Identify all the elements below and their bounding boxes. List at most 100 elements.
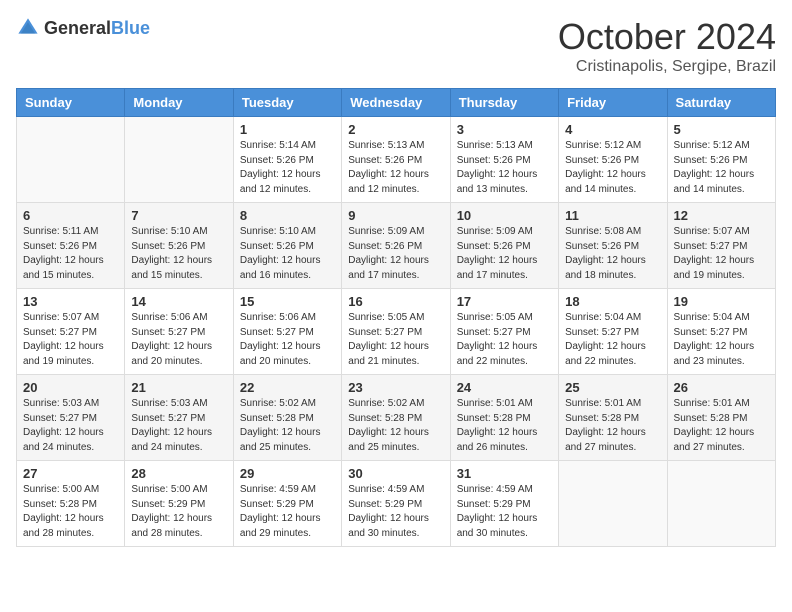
cell-info: Sunrise: 4:59 AM Sunset: 5:29 PM Dayligh…	[240, 483, 335, 541]
day-number: 29	[240, 466, 335, 481]
day-number: 11	[565, 208, 660, 223]
day-number: 22	[240, 380, 335, 395]
day-number: 27	[23, 466, 118, 481]
calendar-cell: 28 Sunrise: 5:00 AM Sunset: 5:29 PM Dayli…	[125, 461, 233, 547]
calendar-cell: 21 Sunrise: 5:03 AM Sunset: 5:27 PM Dayli…	[125, 375, 233, 461]
calendar-cell: 3 Sunrise: 5:13 AM Sunset: 5:26 PM Daylig…	[450, 117, 558, 203]
cell-info: Sunrise: 5:13 AM Sunset: 5:26 PM Dayligh…	[457, 139, 552, 197]
calendar-cell: 8 Sunrise: 5:10 AM Sunset: 5:26 PM Daylig…	[233, 203, 341, 289]
week-row-2: 6 Sunrise: 5:11 AM Sunset: 5:26 PM Daylig…	[17, 203, 776, 289]
cell-info: Sunrise: 5:02 AM Sunset: 5:28 PM Dayligh…	[240, 397, 335, 455]
logo: GeneralBlue	[16, 16, 150, 40]
calendar-cell: 19 Sunrise: 5:04 AM Sunset: 5:27 PM Dayli…	[667, 289, 775, 375]
calendar-cell: 4Sunrise: 5:12 AM Sunset: 5:26 PM Daylig…	[559, 117, 667, 203]
cell-info: Sunrise: 5:03 AM Sunset: 5:27 PM Dayligh…	[23, 397, 118, 455]
cell-info: Sunrise: 5:09 AM Sunset: 5:26 PM Dayligh…	[457, 225, 552, 283]
day-number: 15	[240, 294, 335, 309]
day-number: 5	[674, 122, 769, 137]
calendar-cell: 13 Sunrise: 5:07 AM Sunset: 5:27 PM Dayli…	[17, 289, 125, 375]
cell-info: Sunrise: 5:03 AM Sunset: 5:27 PM Dayligh…	[131, 397, 226, 455]
calendar-cell: 30 Sunrise: 4:59 AM Sunset: 5:29 PM Dayli…	[342, 461, 450, 547]
cell-info: Sunrise: 5:05 AM Sunset: 5:27 PM Dayligh…	[348, 311, 443, 369]
day-number: 12	[674, 208, 769, 223]
day-number: 19	[674, 294, 769, 309]
cell-info: Sunrise: 5:01 AM Sunset: 5:28 PM Dayligh…	[457, 397, 552, 455]
day-number: 13	[23, 294, 118, 309]
calendar-cell: 5 Sunrise: 5:12 AM Sunset: 5:26 PM Daylig…	[667, 117, 775, 203]
calendar-cell: 27Sunrise: 5:00 AM Sunset: 5:28 PM Dayli…	[17, 461, 125, 547]
logo-icon	[16, 16, 40, 40]
cell-info: Sunrise: 5:06 AM Sunset: 5:27 PM Dayligh…	[131, 311, 226, 369]
week-row-5: 27Sunrise: 5:00 AM Sunset: 5:28 PM Dayli…	[17, 461, 776, 547]
month-title: October 2024	[558, 16, 776, 58]
calendar-cell: 17Sunrise: 5:05 AM Sunset: 5:27 PM Dayli…	[450, 289, 558, 375]
calendar-cell: 1 Sunrise: 5:14 AM Sunset: 5:26 PM Daylig…	[233, 117, 341, 203]
cell-info: Sunrise: 5:09 AM Sunset: 5:26 PM Dayligh…	[348, 225, 443, 283]
header-thursday: Thursday	[450, 89, 558, 117]
day-number: 6	[23, 208, 118, 223]
day-number: 16	[348, 294, 443, 309]
calendar-cell: 15Sunrise: 5:06 AM Sunset: 5:27 PM Dayli…	[233, 289, 341, 375]
cell-info: Sunrise: 4:59 AM Sunset: 5:29 PM Dayligh…	[348, 483, 443, 541]
day-number: 21	[131, 380, 226, 395]
cell-info: Sunrise: 4:59 AM Sunset: 5:29 PM Dayligh…	[457, 483, 552, 541]
cell-info: Sunrise: 5:01 AM Sunset: 5:28 PM Dayligh…	[565, 397, 660, 455]
week-row-4: 20Sunrise: 5:03 AM Sunset: 5:27 PM Dayli…	[17, 375, 776, 461]
calendar-cell	[125, 117, 233, 203]
calendar-cell: 14 Sunrise: 5:06 AM Sunset: 5:27 PM Dayli…	[125, 289, 233, 375]
calendar-table: SundayMondayTuesdayWednesdayThursdayFrid…	[16, 88, 776, 547]
day-number: 14	[131, 294, 226, 309]
cell-info: Sunrise: 5:07 AM Sunset: 5:27 PM Dayligh…	[674, 225, 769, 283]
calendar-cell: 9 Sunrise: 5:09 AM Sunset: 5:26 PM Daylig…	[342, 203, 450, 289]
cell-info: Sunrise: 5:01 AM Sunset: 5:28 PM Dayligh…	[674, 397, 769, 455]
calendar-cell: 16 Sunrise: 5:05 AM Sunset: 5:27 PM Dayli…	[342, 289, 450, 375]
calendar-cell: 22 Sunrise: 5:02 AM Sunset: 5:28 PM Dayli…	[233, 375, 341, 461]
calendar-cell: 10 Sunrise: 5:09 AM Sunset: 5:26 PM Dayli…	[450, 203, 558, 289]
day-number: 28	[131, 466, 226, 481]
cell-info: Sunrise: 5:10 AM Sunset: 5:26 PM Dayligh…	[240, 225, 335, 283]
day-number: 31	[457, 466, 552, 481]
cell-info: Sunrise: 5:08 AM Sunset: 5:26 PM Dayligh…	[565, 225, 660, 283]
day-number: 2	[348, 122, 443, 137]
day-number: 10	[457, 208, 552, 223]
day-number: 3	[457, 122, 552, 137]
day-number: 9	[348, 208, 443, 223]
calendar-cell: 26 Sunrise: 5:01 AM Sunset: 5:28 PM Dayli…	[667, 375, 775, 461]
week-row-3: 13 Sunrise: 5:07 AM Sunset: 5:27 PM Dayli…	[17, 289, 776, 375]
cell-info: Sunrise: 5:14 AM Sunset: 5:26 PM Dayligh…	[240, 139, 335, 197]
cell-info: Sunrise: 5:05 AM Sunset: 5:27 PM Dayligh…	[457, 311, 552, 369]
day-number: 24	[457, 380, 552, 395]
day-number: 7	[131, 208, 226, 223]
day-number: 8	[240, 208, 335, 223]
week-row-1: 1 Sunrise: 5:14 AM Sunset: 5:26 PM Daylig…	[17, 117, 776, 203]
calendar-cell: 23 Sunrise: 5:02 AM Sunset: 5:28 PM Dayli…	[342, 375, 450, 461]
header-monday: Monday	[125, 89, 233, 117]
cell-info: Sunrise: 5:04 AM Sunset: 5:27 PM Dayligh…	[674, 311, 769, 369]
page-header: GeneralBlue October 2024 Cristinapolis, …	[16, 16, 776, 76]
calendar-cell: 25Sunrise: 5:01 AM Sunset: 5:28 PM Dayli…	[559, 375, 667, 461]
location: Cristinapolis, Sergipe, Brazil	[558, 58, 776, 76]
logo-general: General	[44, 18, 111, 38]
cell-info: Sunrise: 5:07 AM Sunset: 5:27 PM Dayligh…	[23, 311, 118, 369]
calendar-cell: 24 Sunrise: 5:01 AM Sunset: 5:28 PM Dayli…	[450, 375, 558, 461]
calendar-cell: 12 Sunrise: 5:07 AM Sunset: 5:27 PM Dayli…	[667, 203, 775, 289]
header-sunday: Sunday	[17, 89, 125, 117]
calendar-cell: 20Sunrise: 5:03 AM Sunset: 5:27 PM Dayli…	[17, 375, 125, 461]
calendar-cell: 7Sunrise: 5:10 AM Sunset: 5:26 PM Daylig…	[125, 203, 233, 289]
day-number: 26	[674, 380, 769, 395]
cell-info: Sunrise: 5:11 AM Sunset: 5:26 PM Dayligh…	[23, 225, 118, 283]
day-number: 30	[348, 466, 443, 481]
calendar-cell: 2Sunrise: 5:13 AM Sunset: 5:26 PM Daylig…	[342, 117, 450, 203]
calendar-cell: 11 Sunrise: 5:08 AM Sunset: 5:26 PM Dayli…	[559, 203, 667, 289]
calendar-cell: 31 Sunrise: 4:59 AM Sunset: 5:29 PM Dayli…	[450, 461, 558, 547]
title-area: October 2024 Cristinapolis, Sergipe, Bra…	[558, 16, 776, 76]
header-friday: Friday	[559, 89, 667, 117]
cell-info: Sunrise: 5:00 AM Sunset: 5:29 PM Dayligh…	[131, 483, 226, 541]
header-tuesday: Tuesday	[233, 89, 341, 117]
day-number: 23	[348, 380, 443, 395]
day-number: 1	[240, 122, 335, 137]
header-wednesday: Wednesday	[342, 89, 450, 117]
cell-info: Sunrise: 5:12 AM Sunset: 5:26 PM Dayligh…	[674, 139, 769, 197]
logo-blue: Blue	[111, 18, 150, 38]
cell-info: Sunrise: 5:02 AM Sunset: 5:28 PM Dayligh…	[348, 397, 443, 455]
